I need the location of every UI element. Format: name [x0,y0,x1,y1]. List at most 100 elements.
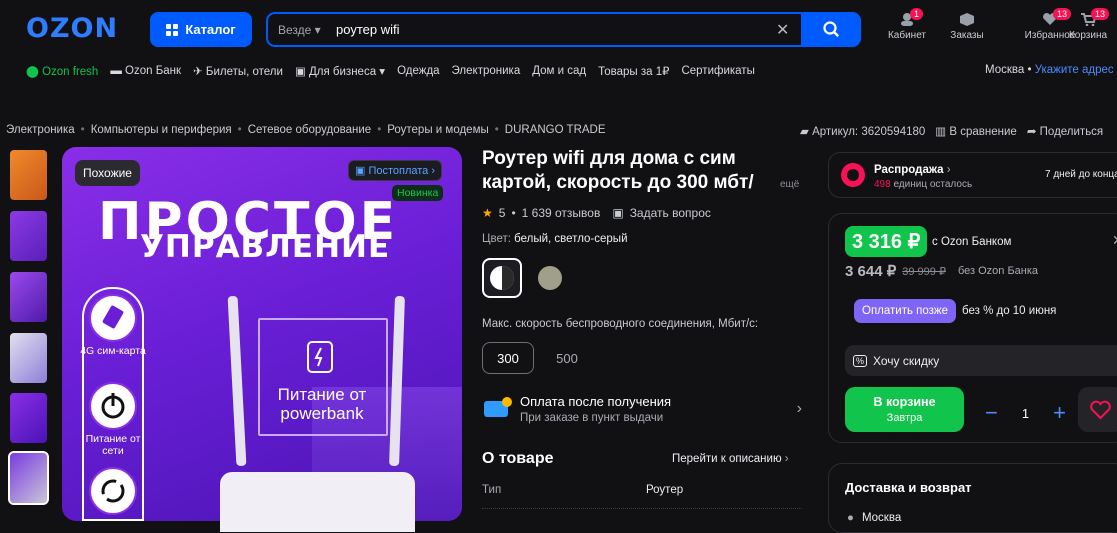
goto-description-link[interactable]: Перейти к описанию › [672,453,789,465]
nav-item-goods-1rub[interactable]: Товары за 1₽ [598,64,669,78]
nav-item-electronics[interactable]: Электроника [452,65,521,77]
header-cart[interactable]: 13 Корзина [1058,8,1117,41]
header-orders[interactable]: Заказы [937,12,997,41]
product-meta: ▰ Артикул: 3620594180 ▥ В сравнение ➦ По… [800,124,1103,138]
sale-icon [841,163,865,187]
gallery-thumbnail[interactable] [10,333,47,383]
decrease-button[interactable]: − [985,400,998,426]
user-icon: 1 [898,8,924,26]
postpay-badge: ▣ Постоплата › [348,160,443,181]
nav-item-clothes[interactable]: Одежда [397,65,439,77]
want-discount-button[interactable]: % Хочу скидку [845,345,1117,376]
catalog-button[interactable]: Каталог [150,12,252,47]
city-selector[interactable]: Москва • Укажите адрес [985,64,1117,76]
power-icon [89,382,137,430]
breadcrumb-item[interactable]: Электроника [6,124,75,136]
price-regular-label: без Ozon Банка [957,265,1039,277]
compare-icon: ▥ [935,126,947,138]
in-cart-button[interactable]: В корзине Завтра [845,387,964,432]
star-icon: ★ [482,206,493,220]
grid-icon [166,23,179,36]
rating-value[interactable]: 5 [499,206,506,220]
cart-badge: 13 [1091,8,1110,20]
clear-icon[interactable]: ✕ [776,20,789,40]
search-input[interactable]: роутер wifi [336,22,399,37]
address-link[interactable]: Укажите адрес [1035,64,1114,76]
speed-label: Макс. скорость беспроводного соединения,… [482,318,759,330]
orders-label: Заказы [950,30,984,41]
share-button[interactable]: ➦ Поделиться [1027,124,1103,138]
discount-icon: % [853,354,868,367]
heart-icon: 13 [1041,8,1072,26]
box-icon [958,12,976,26]
account-badge: 1 [910,8,924,20]
search-scope-select[interactable]: Везде ▾ [278,23,321,37]
price-row: 3 644 ₽ 39 999 ₽ без Ozon Банка [845,262,1038,280]
heart-outline-icon [1090,400,1111,420]
refresh-icon [89,467,137,515]
gallery-thumbnail[interactable] [10,272,47,322]
location-icon: ● [847,512,854,524]
product-title: Роутер wifi для дома с сим картой, скоро… [482,148,754,193]
pay-subtitle: При заказе в пункт выдачи [520,412,664,424]
breadcrumb-item[interactable]: Сетевое оборудование [248,124,372,136]
gallery-thumbnail[interactable] [10,211,47,261]
increase-button[interactable]: + [1053,400,1066,426]
favorite-button[interactable] [1078,387,1117,432]
feature-label: 4G сим-карта [80,345,146,357]
spec-label: Тип [482,484,502,496]
header-account[interactable]: 1 Кабинет [877,8,937,41]
discount-label: Хочу скидку [873,353,940,368]
price-with-bank-label: с Ozon Банком [932,236,1012,248]
comment-icon: ▰ [800,126,809,138]
reviews-link[interactable]: 1 639 отзывов [522,206,601,220]
pay-later-button[interactable]: Оплатить позже [854,299,957,323]
nav-item-certificates[interactable]: Сертификаты [681,65,754,77]
delivery-city[interactable]: ● Москва [847,512,901,524]
card-icon [482,395,512,424]
rating-row: ★ 5 • 1 639 отзывов ▣ Задать вопрос [482,206,711,220]
share-icon: ➦ [1026,126,1037,138]
nav-item-tickets[interactable]: ✈ Билеты, отели [193,64,283,78]
breadcrumb-item[interactable]: Компьютеры и периферия [91,124,232,136]
title-more-link[interactable]: ещё [780,179,799,190]
sale-remaining: 498 единиц осталось [874,179,973,190]
color-swatch-white[interactable] [482,258,522,298]
feature-label: Питание от сети [85,433,141,457]
nav-item-ozon-bank[interactable]: ▬ Ozon Банк [110,65,181,77]
spec-value: Роутер [646,484,684,496]
speed-option-500[interactable]: 500 [540,342,594,374]
nav-item-business[interactable]: ▣ Для бизнеса ▾ [295,64,385,78]
pay-after-receipt[interactable]: Оплата после получения При заказе в пунк… [482,394,802,424]
nav-item-ozon-fresh[interactable]: ⬤ Ozon fresh [26,64,98,78]
top-nav: ⬤ Ozon fresh ▬ Ozon Банк ✈ Билеты, отели… [26,64,755,78]
gallery-thumbnail[interactable] [10,393,47,443]
nav-item-home-garden[interactable]: Дом и сад [532,65,586,77]
ozon-logo[interactable]: OZON [26,13,118,44]
spec-row: Тип Роутер [482,484,802,496]
gallery-thumbnail-active[interactable] [8,451,49,505]
article-number[interactable]: ▰ Артикул: 3620594180 [800,124,925,138]
breadcrumb-item[interactable]: Роутеры и модемы [387,124,489,136]
search-icon [823,21,839,37]
similar-button[interactable]: Похожие [75,160,140,186]
search-button[interactable] [801,12,861,47]
sale-days-left: 7 дней до конца [1045,169,1117,180]
close-icon[interactable]: ✕ [1112,232,1117,249]
color-swatch-grey[interactable] [530,258,570,298]
compare-button[interactable]: ▥ В сравнение [935,124,1017,138]
sale-card[interactable]: Распродажа › 498 единиц осталось 7 дней … [828,152,1117,198]
account-label: Кабинет [887,30,927,41]
cart-label: Корзина [1068,30,1108,41]
breadcrumb-item[interactable]: DURANGO TRADE [505,124,606,136]
quantity-stepper: − 1 + [985,400,1066,426]
router-body [220,472,415,532]
breadcrumb: Электроника • Компьютеры и периферия • Сет… [6,124,606,136]
search-bar[interactable]: Везде ▾ роутер wifi ✕ [266,12,861,47]
sim-icon [89,294,137,342]
speed-option-300[interactable]: 300 [482,342,534,374]
ask-question-link[interactable]: Задать вопрос [630,206,711,220]
delivery-title: Доставка и возврат [845,480,972,495]
battery-icon [306,340,334,377]
gallery-thumbnail[interactable] [10,150,47,200]
